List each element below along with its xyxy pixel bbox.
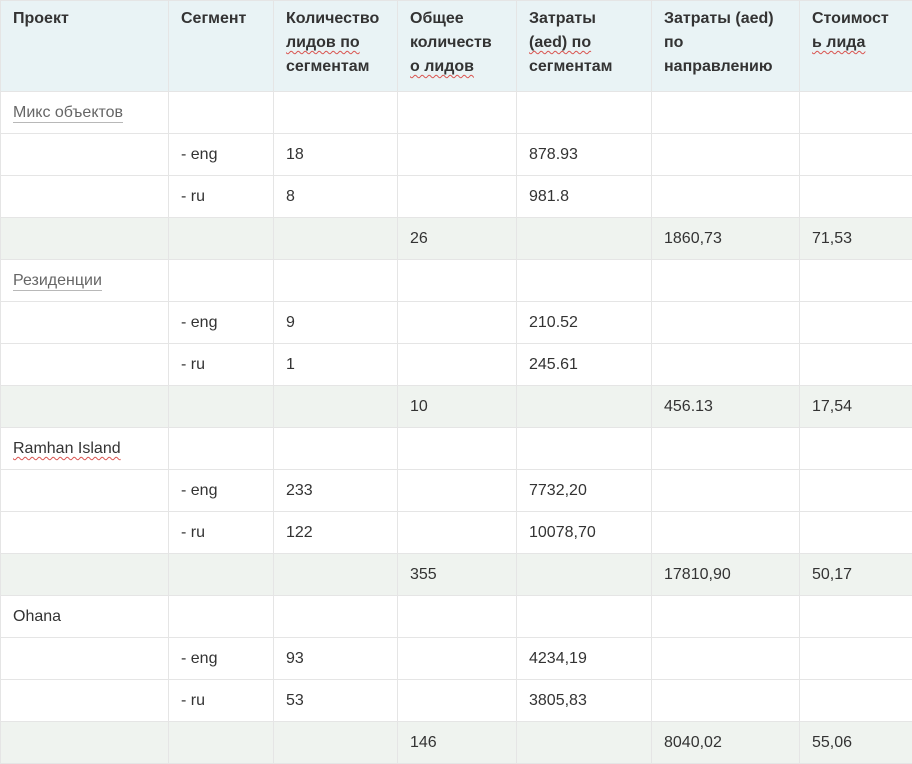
segment-cell[interactable]: - ru xyxy=(169,512,274,554)
header-leads-by-segment[interactable]: Количестволидов посегментам xyxy=(274,1,398,92)
project-name[interactable]: Резиденции xyxy=(13,272,102,291)
total-cost-cell[interactable]: 1860,73 xyxy=(652,218,800,260)
segment-cell[interactable]: - eng xyxy=(169,470,274,512)
project-name-cell[interactable]: Ramhan Island xyxy=(1,428,169,470)
project-row: Микс объектов xyxy=(1,92,912,134)
cost-per-lead-cell[interactable]: 17,54 xyxy=(800,386,912,428)
segment-cell[interactable]: - eng xyxy=(169,302,274,344)
leads-cell[interactable]: 93 xyxy=(274,638,398,680)
leads-cell[interactable]: 18 xyxy=(274,134,398,176)
leads-cell[interactable]: 53 xyxy=(274,680,398,722)
cost-per-lead-cell[interactable]: 50,17 xyxy=(800,554,912,596)
segment-cell[interactable]: - ru xyxy=(169,176,274,218)
cost-cell[interactable]: 3805,83 xyxy=(517,680,652,722)
total-row: 26 1860,73 71,53 xyxy=(1,218,912,260)
segment-row: - ru 1 245.61 xyxy=(1,344,912,386)
segment-row: - ru 53 3805,83 xyxy=(1,680,912,722)
project-name: Ramhan Island xyxy=(13,440,121,457)
header-row: Проект Сегмент Количестволидов посегмент… xyxy=(1,1,912,92)
header-project[interactable]: Проект xyxy=(1,1,169,92)
cost-cell[interactable]: 878.93 xyxy=(517,134,652,176)
cost-cell[interactable]: 4234,19 xyxy=(517,638,652,680)
segment-cell[interactable]: - eng xyxy=(169,134,274,176)
cost-cell[interactable]: 981.8 xyxy=(517,176,652,218)
segment-cell[interactable]: - ru xyxy=(169,344,274,386)
total-leads-cell[interactable]: 10 xyxy=(398,386,517,428)
leads-cell[interactable]: 1 xyxy=(274,344,398,386)
total-leads-cell[interactable]: 26 xyxy=(398,218,517,260)
leads-cell[interactable]: 8 xyxy=(274,176,398,218)
segment-row: - eng 233 7732,20 xyxy=(1,470,912,512)
header-cost-per-lead[interactable]: Стоимость лида xyxy=(800,1,912,92)
segment-cell[interactable]: - eng xyxy=(169,638,274,680)
segment-cell[interactable]: - ru xyxy=(169,680,274,722)
cost-cell[interactable]: 245.61 xyxy=(517,344,652,386)
cost-per-lead-cell[interactable]: 71,53 xyxy=(800,218,912,260)
leads-cell[interactable]: 233 xyxy=(274,470,398,512)
project-name: Ohana xyxy=(13,608,61,625)
segment-row: - eng 9 210.52 xyxy=(1,302,912,344)
leads-table: Проект Сегмент Количестволидов посегмент… xyxy=(0,0,912,764)
cost-cell[interactable]: 10078,70 xyxy=(517,512,652,554)
total-cost-cell[interactable]: 8040,02 xyxy=(652,722,800,764)
total-cost-cell[interactable]: 17810,90 xyxy=(652,554,800,596)
total-row: 10 456.13 17,54 xyxy=(1,386,912,428)
project-name[interactable]: Микс объектов xyxy=(13,104,123,123)
total-row: 355 17810,90 50,17 xyxy=(1,554,912,596)
total-leads-cell[interactable]: 355 xyxy=(398,554,517,596)
project-row: Ramhan Island xyxy=(1,428,912,470)
total-row: 146 8040,02 55,06 xyxy=(1,722,912,764)
segment-row: - ru 122 10078,70 xyxy=(1,512,912,554)
header-cost-by-segment[interactable]: Затраты(aed) посегментам xyxy=(517,1,652,92)
segment-row: - eng 18 878.93 xyxy=(1,134,912,176)
project-row: Ohana xyxy=(1,596,912,638)
project-row: Резиденции xyxy=(1,260,912,302)
header-cost-by-direction[interactable]: Затраты (aed)понаправлению xyxy=(652,1,800,92)
project-name-cell[interactable]: Ohana xyxy=(1,596,169,638)
segment-row: - eng 93 4234,19 xyxy=(1,638,912,680)
cost-cell[interactable]: 210.52 xyxy=(517,302,652,344)
segment-row: - ru 8 981.8 xyxy=(1,176,912,218)
cost-per-lead-cell[interactable]: 55,06 xyxy=(800,722,912,764)
total-cost-cell[interactable]: 456.13 xyxy=(652,386,800,428)
total-leads-cell[interactable]: 146 xyxy=(398,722,517,764)
cost-cell[interactable]: 7732,20 xyxy=(517,470,652,512)
project-name-cell[interactable]: Резиденции xyxy=(1,260,169,302)
leads-cell[interactable]: 122 xyxy=(274,512,398,554)
header-leads-total[interactable]: Общееколичество лидов xyxy=(398,1,517,92)
project-name-cell[interactable]: Микс объектов xyxy=(1,92,169,134)
leads-cell[interactable]: 9 xyxy=(274,302,398,344)
header-segment[interactable]: Сегмент xyxy=(169,1,274,92)
